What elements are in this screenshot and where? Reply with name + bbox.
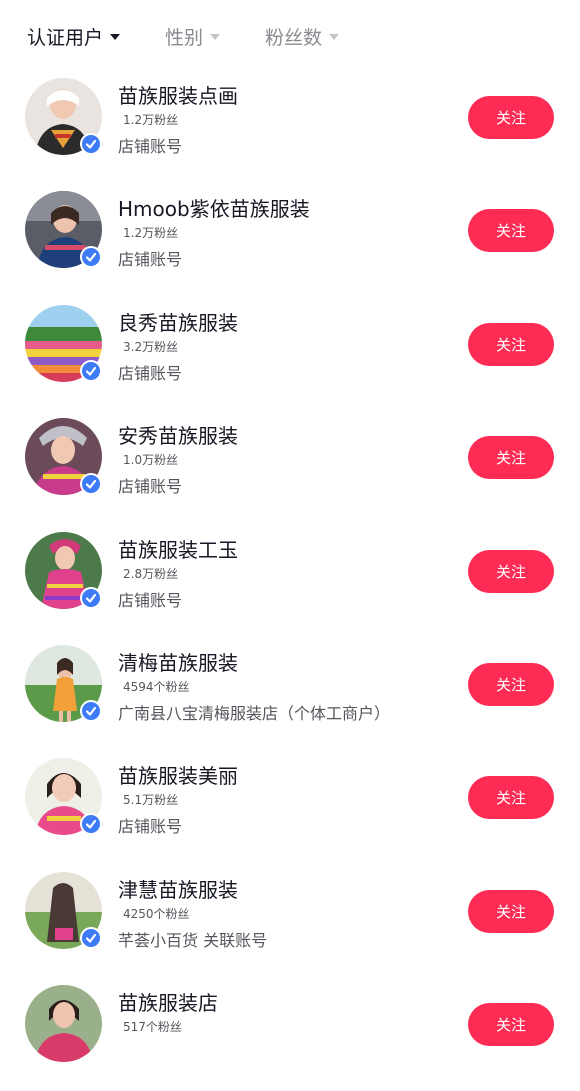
follower-count: 4250个粉丝 — [123, 906, 190, 921]
verified-badge-icon — [80, 699, 102, 722]
user-row[interactable]: 安秀苗族服装 1.0万粉丝 店铺账号 关注 — [0, 410, 580, 523]
follow-button[interactable]: 关注 — [468, 776, 554, 820]
follower-count: 3.2万粉丝 — [123, 339, 179, 354]
user-name[interactable]: Hmoob紫依苗族服装 — [118, 193, 310, 222]
verified-badge-icon — [80, 133, 102, 155]
avatar[interactable] — [25, 644, 102, 722]
user-row[interactable]: 苗族服装工玉 2.8万粉丝 店铺账号 关注 — [0, 524, 580, 637]
user-row[interactable]: 清梅苗族服装 4594个粉丝 广南县八宝清梅服装店（个体工商户） 关注 — [0, 637, 580, 750]
caret-down-icon — [110, 34, 121, 40]
avatar[interactable] — [25, 418, 102, 496]
filter-label: 性别 — [165, 26, 204, 49]
avatar[interactable] — [25, 191, 102, 269]
avatar[interactable] — [25, 985, 102, 1063]
user-name[interactable]: 苗族服装店 — [118, 987, 218, 1016]
user-row[interactable]: 津慧苗族服装 4250个粉丝 芊荟小百货 关联账号 关注 — [0, 864, 580, 977]
follow-button[interactable]: 关注 — [468, 549, 554, 593]
follow-button[interactable]: 关注 — [468, 322, 554, 366]
caret-down-icon — [329, 34, 340, 40]
filter-label: 认证用户 — [27, 26, 104, 49]
follower-count: 1.2万粉丝 — [123, 113, 179, 127]
verified-badge-icon — [80, 813, 102, 836]
verified-badge-icon — [80, 359, 102, 382]
follow-button[interactable]: 关注 — [468, 662, 554, 706]
filter-verified-users[interactable]: 认证用户 — [27, 22, 121, 50]
follower-count: 4594个粉丝 — [123, 679, 190, 694]
follow-button[interactable]: 关注 — [468, 1003, 554, 1047]
user-name[interactable]: 清梅苗族服装 — [118, 647, 238, 676]
user-name[interactable]: 安秀苗族服装 — [118, 420, 238, 449]
verified-badge-icon — [80, 586, 102, 609]
filter-bar: 认证用户 性别 粉丝数 — [0, 0, 580, 70]
follower-count: 1.2万粉丝 — [123, 226, 179, 241]
account-type: 店铺账号 — [118, 817, 183, 837]
follower-count: 5.1万粉丝 — [123, 793, 179, 808]
user-name[interactable]: 津慧苗族服装 — [118, 874, 238, 903]
user-row[interactable]: 苗族服装美丽 5.1万粉丝 店铺账号 关注 — [0, 750, 580, 863]
account-type: 店铺账号 — [118, 590, 183, 610]
account-type: 店铺账号 — [118, 477, 183, 497]
avatar[interactable] — [25, 78, 102, 155]
avatar[interactable] — [25, 304, 102, 382]
avatar[interactable] — [25, 531, 102, 609]
user-name[interactable]: 苗族服装工玉 — [118, 534, 238, 563]
follow-button[interactable]: 关注 — [468, 436, 554, 480]
woman-portrait-avatar — [25, 985, 102, 1063]
filter-label: 粉丝数 — [265, 26, 323, 49]
account-type: 店铺账号 — [118, 250, 183, 270]
follow-button[interactable]: 关注 — [468, 209, 554, 253]
user-row[interactable]: 苗族服装店 517个粉丝 关注 — [0, 977, 580, 1090]
follower-count: 517个粉丝 — [123, 1020, 182, 1035]
follow-button[interactable]: 关注 — [468, 96, 554, 139]
account-type: 芊荟小百货 关联账号 — [118, 930, 268, 950]
verified-badge-icon — [80, 926, 102, 949]
user-name[interactable]: 良秀苗族服装 — [118, 307, 238, 336]
filter-follower-count[interactable]: 粉丝数 — [265, 22, 340, 50]
user-row[interactable]: Hmoob紫依苗族服装 1.2万粉丝 店铺账号 关注 — [0, 183, 580, 296]
filter-gender[interactable]: 性别 — [165, 22, 221, 50]
user-name[interactable]: 苗族服装点画 — [118, 80, 238, 109]
user-row[interactable]: 苗族服装点画 1.2万粉丝 店铺账号 关注 — [0, 70, 580, 183]
caret-down-icon — [210, 34, 221, 40]
user-list: 苗族服装点画 1.2万粉丝 店铺账号 关注 Hmoob紫依苗族服装 1.2万粉丝… — [0, 70, 580, 1091]
follower-count: 1.0万粉丝 — [123, 453, 179, 468]
avatar[interactable] — [25, 871, 102, 949]
verified-badge-icon — [80, 246, 102, 269]
account-type: 店铺账号 — [118, 363, 183, 383]
user-name[interactable]: 苗族服装美丽 — [118, 760, 238, 789]
user-row[interactable]: 良秀苗族服装 3.2万粉丝 店铺账号 关注 — [0, 297, 580, 410]
avatar[interactable] — [25, 758, 102, 836]
account-type: 店铺账号 — [118, 137, 183, 156]
account-type: 广南县八宝清梅服装店（个体工商户） — [118, 703, 391, 723]
verified-badge-icon — [80, 473, 102, 496]
follower-count: 2.8万粉丝 — [123, 566, 179, 581]
follow-button[interactable]: 关注 — [468, 889, 554, 933]
